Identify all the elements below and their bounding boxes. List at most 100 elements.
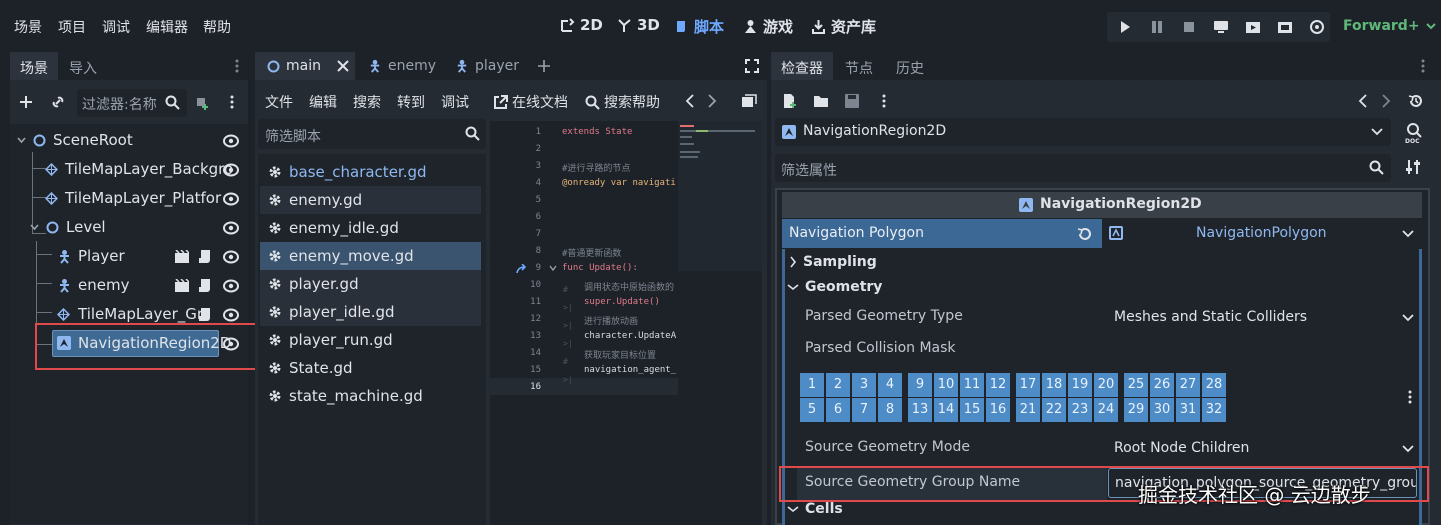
collision-layer-bit[interactable]: 16 [986,398,1010,422]
chevron-down-icon[interactable] [16,135,27,146]
history-icon[interactable] [1408,93,1424,109]
tab-player[interactable]: player [455,52,519,80]
script-menu-debug[interactable]: 调试 [441,92,469,112]
collision-layer-bit[interactable]: 10 [934,373,958,397]
visibility-eye-icon[interactable] [223,162,239,178]
collision-layer-bit[interactable]: 29 [1124,398,1148,422]
collision-layer-bit[interactable]: 22 [1042,398,1066,422]
stop-icon[interactable] [1181,19,1197,35]
visibility-eye-icon[interactable] [223,220,239,236]
collision-layer-bit[interactable]: 3 [852,373,876,397]
save-icon[interactable] [845,94,859,108]
chevron-left-icon[interactable] [685,94,695,108]
menu-help[interactable]: 帮助 [203,17,231,37]
navigation-polygon-resource-picker[interactable]: NavigationPolygon [1102,219,1422,248]
add-node-icon[interactable] [18,94,34,110]
tree-node-level[interactable]: Level [10,213,248,242]
script-menu-edit[interactable]: 编辑 [309,92,337,112]
script-item[interactable]: player_idle.gd [260,298,481,326]
menu-debug[interactable]: 调试 [102,17,130,37]
toggle-scripts-panel-icon[interactable] [741,93,757,109]
script-item[interactable]: player_run.gd [260,326,481,354]
open-scene-icon[interactable] [175,250,189,263]
online-docs-button[interactable]: 在线文档 [493,92,568,112]
collision-layer-bit[interactable]: 13 [908,398,932,422]
node-object-selector[interactable]: NavigationRegion2D [775,118,1391,146]
visibility-eye-icon[interactable] [223,191,239,207]
script-filter-input[interactable]: 筛选脚本 [258,119,486,149]
tab-inspector[interactable]: 检查器 [771,52,833,80]
collision-layer-bit[interactable]: 27 [1176,373,1200,397]
workspace-script-button[interactable]: 脚本 [674,16,724,37]
script-menu-file[interactable]: 文件 [265,92,293,112]
workspace-3d-button[interactable]: 3D [617,16,660,34]
collision-layer-bit[interactable]: 4 [878,373,902,397]
collision-layer-bit[interactable]: 20 [1094,373,1118,397]
script-item[interactable]: state_machine.gd [260,382,481,410]
tree-node-enemy[interactable]: enemy [10,271,248,300]
movie-maker-icon[interactable] [1309,19,1325,35]
script-item[interactable]: State.gd [260,354,481,382]
cells-section[interactable]: Cells [787,501,843,517]
open-scene-icon[interactable] [175,279,189,292]
more-vertical-icon[interactable] [234,58,240,74]
collision-layer-bit[interactable]: 24 [1094,398,1118,422]
tree-node-sceneroot[interactable]: SceneRoot [10,126,248,155]
tab-history[interactable]: 历史 [886,52,934,80]
collision-layer-bit[interactable]: 9 [908,373,932,397]
collision-layer-bit[interactable]: 19 [1068,373,1092,397]
visibility-eye-icon[interactable] [223,249,239,265]
collision-layer-bit[interactable]: 14 [934,398,958,422]
code-minimap[interactable] [678,121,762,271]
tree-node-tilemaplayer-platform[interactable]: TileMapLayer_Platfor [10,184,248,213]
chevron-left-icon[interactable] [1358,94,1368,108]
open-folder-icon[interactable] [813,94,829,108]
pause-icon[interactable] [1149,19,1165,35]
chevron-down-icon[interactable] [29,222,40,233]
tab-main[interactable]: main [255,52,355,80]
collision-layer-bit[interactable]: 30 [1150,398,1174,422]
sampling-section[interactable]: Sampling [789,254,877,270]
chevron-right-icon[interactable] [1381,94,1391,108]
visibility-eye-icon[interactable] [223,133,239,149]
collision-layer-bit[interactable]: 28 [1202,373,1226,397]
play-custom-scene-icon[interactable] [1277,19,1293,35]
tab-import[interactable]: 导入 [59,52,107,80]
scene-filter-input[interactable]: 过滤器:名称 [77,89,187,117]
collision-layer-bit[interactable]: 5 [800,398,824,422]
collision-layer-bit[interactable]: 6 [826,398,850,422]
collision-layer-bit[interactable]: 2 [826,373,850,397]
script-icon[interactable] [199,278,212,293]
workspace-2d-button[interactable]: 2D [560,16,603,34]
workspace-asset-library-button[interactable]: 资产库 [811,16,876,37]
chevron-right-icon[interactable] [707,94,717,108]
collision-layer-bit[interactable]: 7 [852,398,876,422]
menu-scene[interactable]: 场景 [14,17,42,37]
script-item[interactable]: player.gd [260,270,481,298]
fold-chevron-icon[interactable] [549,265,557,272]
play-scene-icon[interactable] [1245,19,1261,35]
tree-node-tilemaplayer-background[interactable]: TileMapLayer_Backgro [10,155,248,184]
visibility-eye-icon[interactable] [223,278,239,294]
collision-layer-bit[interactable]: 15 [960,398,984,422]
collision-layer-bit[interactable]: 31 [1176,398,1200,422]
distraction-free-icon[interactable] [745,59,759,73]
remote-debug-icon[interactable] [1213,19,1229,35]
collision-layer-bit[interactable]: 8 [878,398,902,422]
collision-layer-bit[interactable]: 23 [1068,398,1092,422]
attach-script-icon[interactable] [194,94,210,110]
script-menu-goto[interactable]: 转到 [397,92,425,112]
collision-layer-bit[interactable]: 12 [986,373,1010,397]
collision-layer-bit[interactable]: 25 [1124,373,1148,397]
collision-layer-bit[interactable]: 18 [1042,373,1066,397]
tree-node-player[interactable]: Player [10,242,248,271]
new-resource-icon[interactable] [782,93,797,109]
class-section-header[interactable]: NavigationRegion2D [782,192,1422,218]
play-icon[interactable] [1117,19,1133,35]
script-icon[interactable] [199,249,212,264]
navigation-polygon-property[interactable]: Navigation Polygon [782,219,1102,248]
geometry-section[interactable]: Geometry [787,279,882,295]
tab-enemy[interactable]: enemy [368,52,436,80]
script-icon[interactable] [199,307,212,322]
search-help-button[interactable]: 搜索帮助 [585,92,660,112]
